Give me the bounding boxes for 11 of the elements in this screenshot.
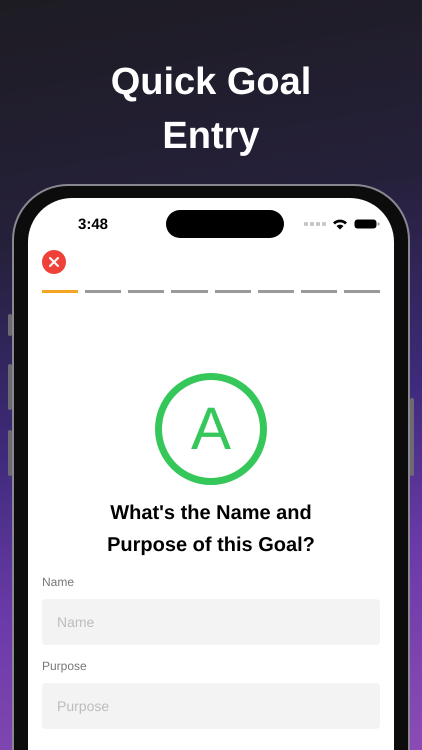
field-label: Name [42,575,76,589]
headline: Quick Goal Entry [110,60,312,159]
field-label: Purpose [42,659,88,673]
signal-icon [304,222,326,226]
status-time: 3:48 [78,216,110,232]
letter-badge: A [155,373,267,485]
wifi-icon [332,218,348,230]
close-button[interactable] [42,250,66,274]
battery-icon [354,218,380,230]
close-icon [49,257,59,267]
question-title: What's the Name and Purpose of this Goal? [106,501,316,558]
